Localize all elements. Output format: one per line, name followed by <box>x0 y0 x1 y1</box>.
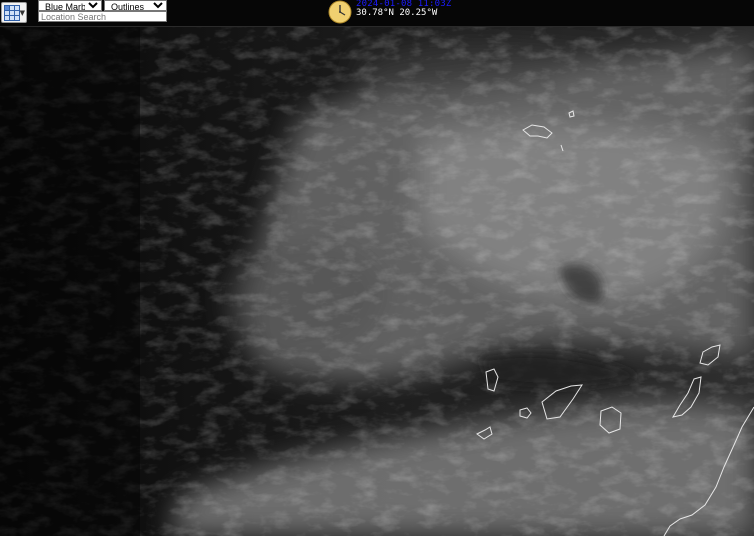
layers-menu-button[interactable]: ▼ <box>1 2 27 23</box>
grid-layers-icon <box>4 5 20 21</box>
map-toolbar: ▼ Blue Marble Outlines 2024-01-08 11:03Z… <box>0 0 754 27</box>
basemap-select[interactable]: Blue Marble <box>38 0 102 11</box>
clock-icon[interactable] <box>328 0 352 24</box>
location-search-input[interactable] <box>38 11 167 22</box>
left-dark-region <box>0 27 140 536</box>
cursor-coordinates: 30.78°N 20.25°W <box>356 8 438 18</box>
chevron-down-icon: ▼ <box>19 9 25 17</box>
satellite-map[interactable] <box>0 27 754 536</box>
overlay-select[interactable]: Outlines <box>104 0 167 11</box>
